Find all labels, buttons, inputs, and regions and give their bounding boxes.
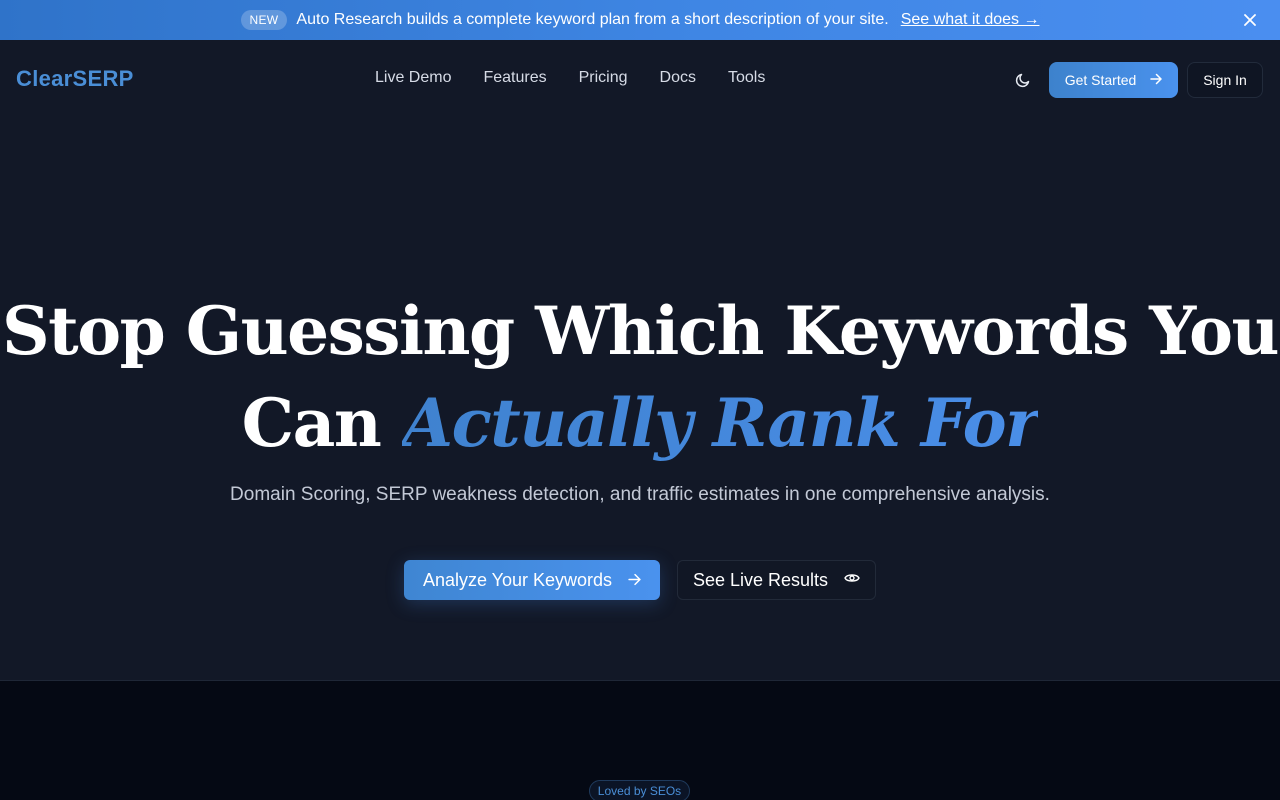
- nav-menu: Live Demo Features Pricing Docs Tools: [375, 69, 765, 87]
- analyze-keywords-button[interactable]: Analyze Your Keywords: [404, 560, 660, 600]
- arrow-right-icon: [1150, 72, 1163, 88]
- announcement-message: Auto Research builds a complete keyword …: [296, 11, 889, 28]
- loved-by-seos-badge: Loved by SEOs: [589, 780, 690, 800]
- nav-item-tools[interactable]: Tools: [728, 69, 765, 87]
- hero-subheadline: Domain Scoring, SERP weakness detection,…: [230, 484, 1050, 505]
- nav-item-pricing[interactable]: Pricing: [579, 69, 628, 87]
- social-proof-section: Loved by SEOs: [0, 681, 1280, 800]
- see-live-results-label: See Live Results: [692, 569, 829, 590]
- analyze-keywords-label: Analyze Your Keywords: [422, 569, 613, 590]
- get-started-button[interactable]: Get Started: [1049, 62, 1178, 98]
- close-icon[interactable]: [1240, 10, 1260, 30]
- logo[interactable]: ClearSERP: [16, 66, 134, 92]
- hero-headline: Stop Guessing Which Keywords You Can Act…: [0, 285, 1280, 469]
- moon-icon[interactable]: [1013, 70, 1033, 90]
- nav-item-live-demo[interactable]: Live Demo: [375, 69, 451, 87]
- announcement-bar: NEW Auto Research builds a complete keyw…: [0, 0, 1280, 40]
- hero-section: Stop Guessing Which Keywords You Can Act…: [0, 120, 1280, 681]
- headline-line-2: Can: [241, 384, 382, 462]
- sign-in-button[interactable]: Sign In: [1187, 62, 1263, 98]
- arrow-right-icon: [628, 570, 641, 591]
- nav-item-docs[interactable]: Docs: [660, 69, 696, 87]
- eye-icon: [844, 570, 860, 591]
- cta-row: Analyze Your Keywords See Live Results: [0, 560, 1280, 600]
- nav-item-features[interactable]: Features: [483, 69, 546, 87]
- get-started-label: Get Started: [1064, 72, 1137, 88]
- headline-line-1: Stop Guessing Which Keywords You: [2, 292, 1280, 370]
- announcement-link[interactable]: See what it does →: [901, 11, 1040, 29]
- top-nav: ClearSERP Live Demo Features Pricing Doc…: [0, 40, 1280, 120]
- headline-accent: Actually Rank For: [401, 384, 1040, 462]
- see-live-results-button[interactable]: See Live Results: [677, 560, 876, 600]
- new-badge: NEW: [240, 10, 288, 30]
